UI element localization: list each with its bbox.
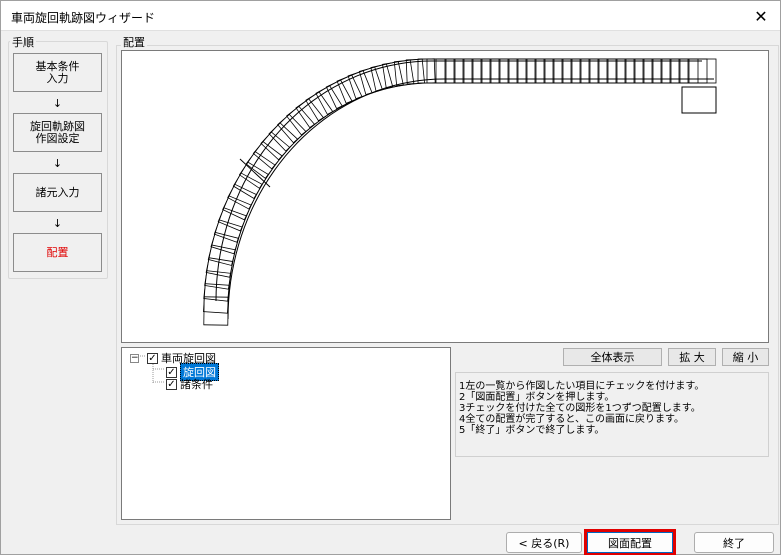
- tree-item-conditions-checkbox[interactable]: ✓: [166, 378, 177, 390]
- title-bar: 車両旋回軌跡図ウィザード ✕: [1, 1, 780, 31]
- place-drawing-button[interactable]: 図面配置: [584, 529, 676, 555]
- step-arrow: ↓: [52, 157, 63, 170]
- placement-label: 配置: [121, 34, 147, 50]
- step-basic-conditions-line2: 入力: [46, 71, 69, 85]
- wizard-window: 車両旋回軌跡図ウィザード ✕ 手順 基本条件 入力 ↓ 旋回軌跡図 作図設定 ↓ 諸…: [0, 0, 781, 555]
- step-trajectory-settings-line2: 作図設定: [35, 131, 80, 145]
- instruction-line: 3チェックを付けた全ての図形を1つずつ配置します。: [459, 403, 701, 414]
- place-drawing-label: 図面配置: [608, 536, 652, 550]
- step-trajectory-settings-button[interactable]: 旋回軌跡図 作図設定: [13, 113, 102, 152]
- show-all-button[interactable]: 全体表示: [563, 348, 662, 366]
- back-button[interactable]: < 戻る(R): [506, 532, 582, 553]
- item-tree[interactable]: − ✓ 車両旋回図 ✓ 旋回図 ✓ 諸条件: [121, 347, 451, 520]
- close-icon[interactable]: ✕: [750, 5, 772, 27]
- step-basic-conditions-line1: 基本条件: [35, 59, 80, 73]
- instruction-line: 4全ての配置が完了すると、この画面に戻ります。: [459, 414, 684, 425]
- tree-item-conditions-label: 諸条件: [180, 378, 213, 391]
- instructions-panel: 1左の一覧から作図したい項目にチェックを付けます。 2「図面配置」ボタンを押しま…: [455, 372, 769, 457]
- step-arrow: ↓: [52, 217, 63, 230]
- zoom-out-button[interactable]: 縮 小: [722, 348, 769, 366]
- step-arrow: ↓: [52, 97, 63, 110]
- finish-button[interactable]: 終了: [694, 532, 774, 553]
- step-placement-button[interactable]: 配置: [13, 233, 102, 272]
- instruction-line: 2「図面配置」ボタンを押します。: [459, 392, 615, 403]
- window-title: 車両旋回軌跡図ウィザード: [11, 11, 156, 25]
- preview-canvas[interactable]: [121, 50, 769, 343]
- tree-item-conditions[interactable]: ✓ 諸条件: [166, 376, 213, 392]
- tree-root-checkbox[interactable]: ✓: [147, 352, 158, 364]
- step-basic-conditions-button[interactable]: 基本条件 入力: [13, 53, 102, 92]
- trajectory-drawing: [203, 58, 717, 326]
- instruction-line: 5「終了」ボタンで終了します。: [459, 425, 605, 436]
- step-specs-input-button[interactable]: 諸元入力: [13, 173, 102, 212]
- collapse-icon[interactable]: −: [130, 353, 139, 363]
- step-placement-label: 配置: [46, 245, 69, 259]
- zoom-in-button[interactable]: 拡 大: [668, 348, 716, 366]
- instruction-line: 1左の一覧から作図したい項目にチェックを付けます。: [459, 381, 705, 392]
- step-specs-input-label: 諸元入力: [35, 185, 80, 199]
- step-trajectory-settings-line1: 旋回軌跡図: [30, 119, 85, 133]
- steps-label: 手順: [10, 34, 36, 50]
